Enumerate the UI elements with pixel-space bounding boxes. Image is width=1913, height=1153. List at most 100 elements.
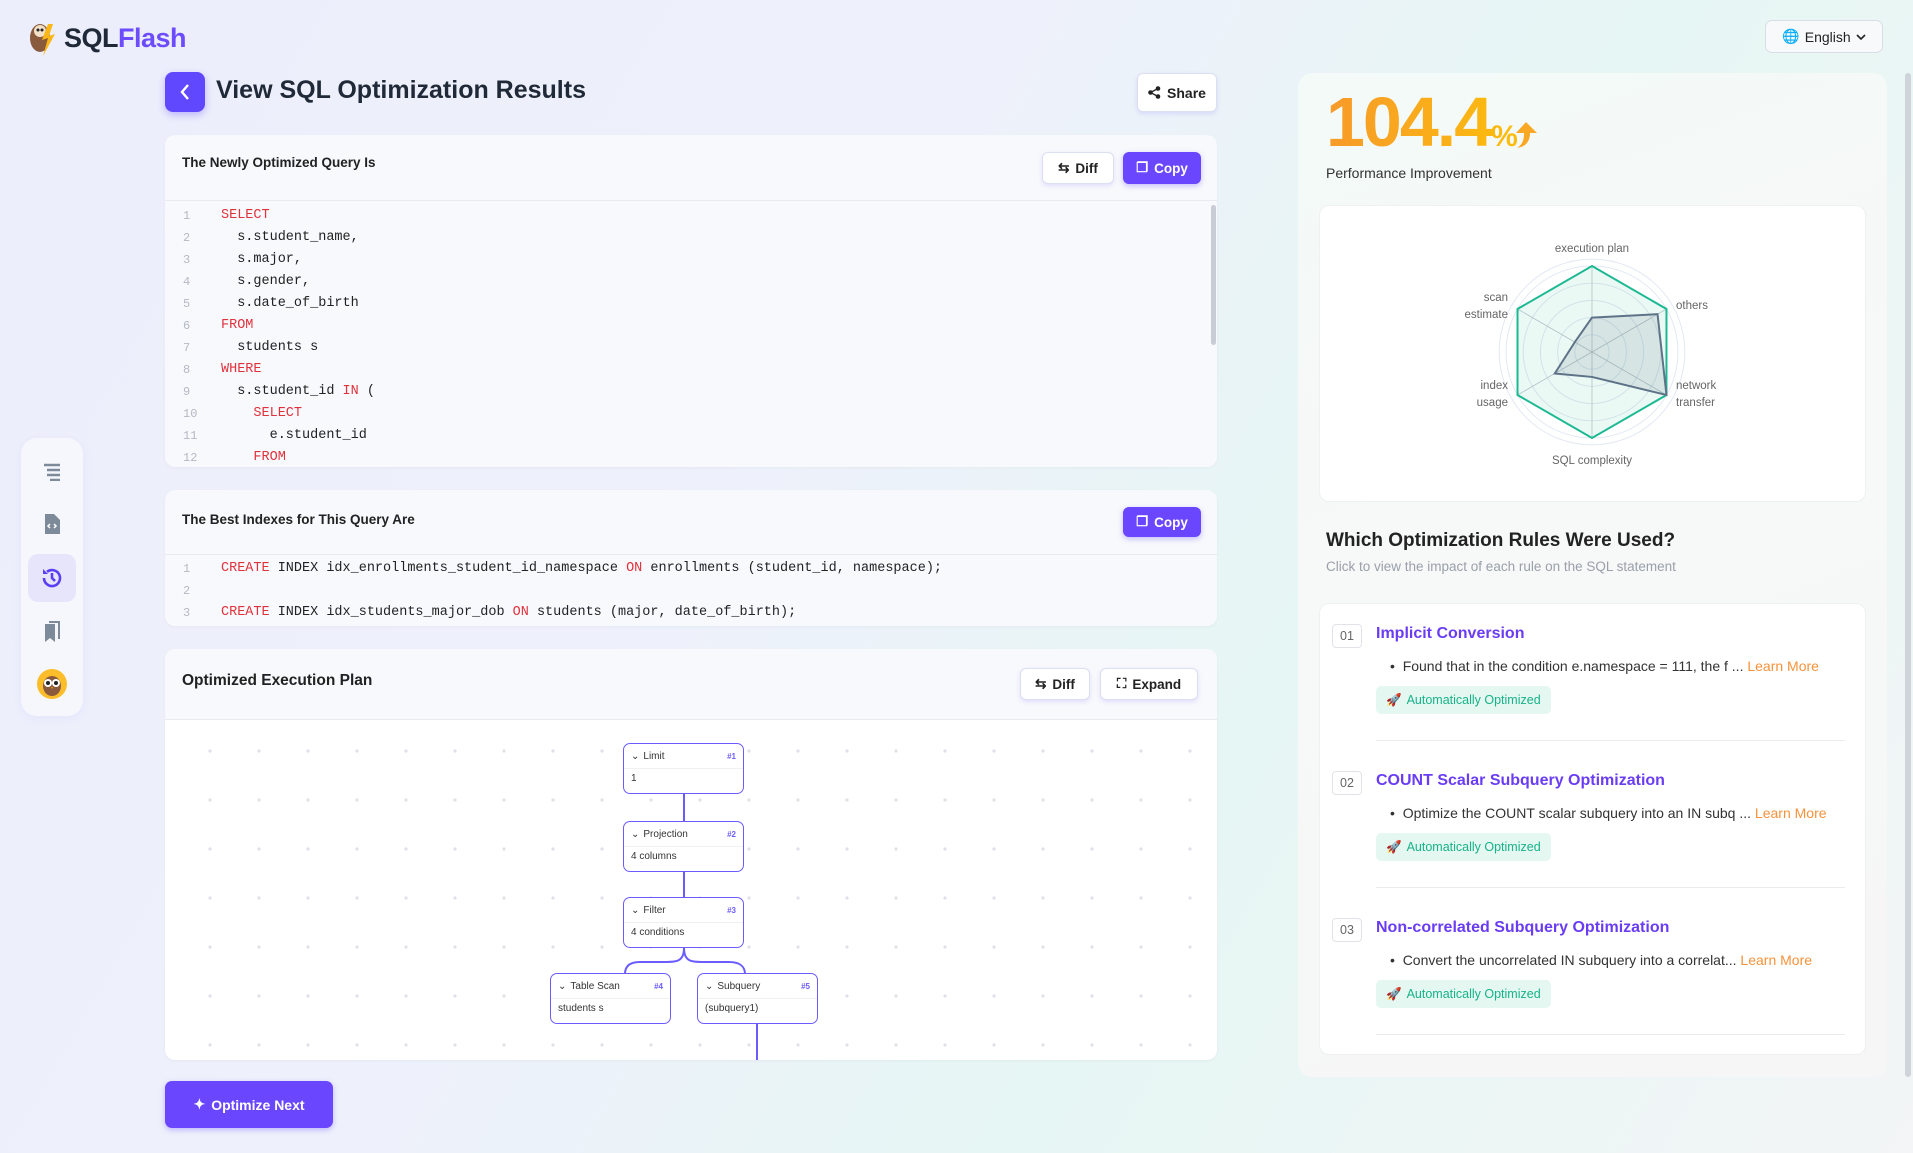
chevron-down-icon: ⌄ [558,980,567,992]
performance-value: 104.4% [1326,83,1518,161]
line-number: 6 [183,319,191,333]
line-text: s.student_name, [221,230,359,245]
chevron-down-icon: ⌄ [631,828,640,840]
plan-node[interactable]: ⌄ Projection #2 4 columns [623,821,744,872]
copy-button[interactable]: ❐ Copy [1123,152,1201,184]
rule-item[interactable]: 01 Implicit Conversion • Found that in the… [1320,624,1865,744]
rules-list: 01 Implicit Conversion • Found that in the… [1319,603,1866,1055]
rule-name[interactable]: Non-correlated Subquery Optimization [1376,919,1669,937]
diff-button[interactable]: ⇆ Diff [1042,152,1114,184]
learn-more-link[interactable]: Learn More [1747,658,1819,674]
line-text: students s [221,340,319,355]
node-name: Filter [643,904,666,916]
rule-name[interactable]: COUNT Scalar Subquery Optimization [1376,772,1665,790]
divider [1376,740,1845,741]
rule-number: 02 [1332,771,1362,795]
line-text: s.student_id IN ( [221,384,375,399]
axis-label: network transfer [1676,380,1717,409]
code-line: 10 SELECT [165,403,1217,425]
plan-node[interactable]: ⌄ Filter #3 4 conditions [623,897,744,948]
sidebar-item-menu[interactable] [28,448,76,496]
rule-description: • Convert the uncorrelated IN subquery i… [1390,952,1813,968]
sidebar [21,438,83,716]
card-title: The Best Indexes for This Query Are [182,512,415,527]
card-title: Optimized Execution Plan [182,672,373,689]
language-select[interactable]: 🌐 English [1765,20,1883,53]
scrollbar[interactable] [1211,205,1216,345]
line-number: 2 [183,231,191,245]
learn-more-link[interactable]: Learn More [1755,805,1827,821]
chevron-down-icon: ⌄ [705,980,714,992]
line-text: SELECT [221,208,270,223]
expand-icon: ⛶ [1116,676,1127,691]
plan-diff-button[interactable]: ⇆ Diff [1020,668,1090,700]
sidebar-item-history[interactable] [28,554,76,602]
rule-item[interactable]: 03 Non-correlated Subquery Optimization • … [1320,918,1865,1038]
copy-icon: ❐ [1136,514,1149,529]
expand-button[interactable]: ⛶ Expand [1100,668,1198,700]
logo[interactable]: SQLFlash [28,18,187,58]
sidebar-item-code-file[interactable] [28,500,76,548]
line-number: 11 [183,429,198,443]
back-button[interactable] [165,72,205,112]
page-title: View SQL Optimization Results [216,76,586,104]
share-button[interactable]: Share [1137,73,1217,112]
optimize-next-button[interactable]: ✦ Optimize Next [165,1081,333,1128]
optimized-sql-code[interactable]: 1 SELECT 2 s.student_name, 3 s.major, 4 s.ge… [165,205,1217,467]
radar-chart-card: execution plan others network transfer SQL c… [1319,205,1866,502]
page-scrollbar[interactable] [1905,73,1911,1077]
plan-node[interactable]: ⌄ Table Scan #4 students s [550,973,671,1024]
line-text: FROM [221,318,254,333]
edge [624,947,685,975]
copy-indexes-button[interactable]: ❐ Copy [1123,507,1201,537]
node-id: #5 [801,981,810,991]
rocket-icon: 🚀 [1386,986,1402,1001]
share-icon [1148,86,1161,99]
sidebar-item-bookmarks[interactable] [28,608,76,656]
language-label: English [1804,28,1851,45]
line-text: CREATE INDEX idx_students_major_dob ON s… [221,605,797,620]
axis-label: scan estimate [1465,292,1508,321]
expand-label: Expand [1132,676,1182,692]
node-header: ⌄ Projection #2 [624,822,743,847]
line-number: 12 [183,451,198,465]
axis-label: execution plan [1555,243,1629,255]
axis-label: others [1676,300,1708,312]
copy-label: Copy [1154,514,1188,530]
line-number: 10 [183,407,198,421]
node-id: #3 [727,905,736,915]
plan-node[interactable]: ⌄ Subquery #5 (subquery1) [697,973,818,1024]
code-line: 11 e.student_id [165,425,1217,447]
learn-more-link[interactable]: Learn More [1740,952,1812,968]
sparkle-icon: ✦ [193,1096,206,1112]
rule-item[interactable]: 02 COUNT Scalar Subquery Optimization • Op… [1320,771,1865,891]
diff-label: Diff [1052,676,1075,692]
index-sql-code[interactable]: 1 CREATE INDEX idx_enrollments_student_id… [165,558,1217,624]
optimize-next-label: Optimize Next [211,1096,305,1113]
node-id: #1 [727,751,736,761]
line-number: 7 [183,341,191,355]
node-header: ⌄ Filter #3 [624,898,743,923]
arrow-up-icon [1516,122,1537,148]
node-name: Subquery [717,980,761,992]
card-title: The Newly Optimized Query Is [182,155,376,170]
sidebar-item-profile[interactable] [28,660,76,708]
line-number: 1 [183,562,191,576]
performance-label: Performance Improvement [1326,165,1492,181]
optimized-query-card: The Newly Optimized Query Is ⇆ Diff ❐ Copy… [165,135,1217,467]
line-number: 8 [183,363,191,377]
node-detail: (subquery1) [705,1003,759,1014]
plan-node[interactable]: ⌄ Limit #1 1 [623,743,744,794]
line-text: CREATE INDEX idx_enrollments_student_id_… [221,561,943,576]
code-line: 1 CREATE INDEX idx_enrollments_student_id… [165,558,1217,580]
divider [1376,887,1845,888]
line-text: WHERE [221,362,262,377]
rocket-icon: 🚀 [1386,692,1402,707]
rule-name[interactable]: Implicit Conversion [1376,625,1524,643]
line-text: SELECT [253,406,303,421]
code-line: 1 SELECT [165,205,1217,227]
line-text: s.major, [221,252,303,267]
status-badge: 🚀 Automatically Optimized [1376,833,1551,861]
execution-plan-canvas[interactable]: ⌄ Limit #1 1 ⌄ Projection #2 4 columns ⌄ Filter #3… [165,720,1217,1060]
line-number: 3 [183,606,191,620]
